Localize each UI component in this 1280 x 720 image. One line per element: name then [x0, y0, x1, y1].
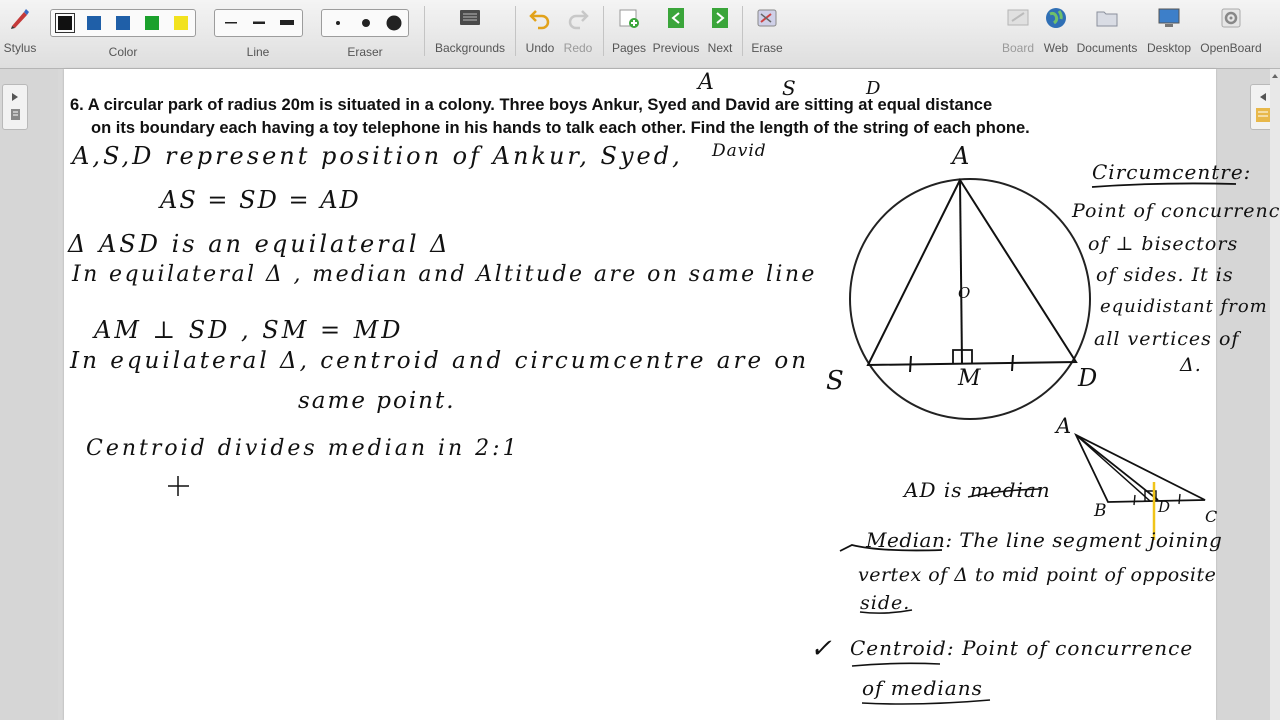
centroid-definition-line-2: of medians — [862, 676, 983, 700]
centroid-definition-line-1: Centroid: Point of concurrence — [850, 636, 1194, 660]
circumcentre-title: Circumcentre: — [1092, 160, 1252, 184]
centroid-underline — [851, 662, 941, 667]
label-a2: A — [1056, 414, 1073, 438]
tick-md — [1011, 354, 1014, 372]
medians-underline — [861, 699, 991, 705]
label-s: S — [826, 366, 845, 396]
crosshair-cursor-icon — [168, 476, 189, 496]
checkmark-icon: ✓ — [810, 634, 833, 664]
median-definition-line-2: vertex of Δ to mid point of opposite — [858, 564, 1217, 586]
label-c: C — [1205, 507, 1219, 526]
label-a: A — [952, 142, 971, 170]
label-o: O — [958, 284, 972, 302]
median-definition-line-3: side. — [860, 592, 911, 614]
tick-sm — [909, 355, 912, 373]
altitude-line — [1075, 434, 1151, 502]
label-d2: D — [1158, 498, 1172, 516]
altitude-am — [959, 179, 963, 365]
circumcentre-line-6: Δ. — [1180, 354, 1202, 376]
label-b: B — [1094, 501, 1108, 521]
circumcentre-line-5: all vertices of — [1094, 328, 1240, 350]
median-ad — [1075, 434, 1159, 501]
circumcentre-line-2: of ⊥ bisectors — [1088, 233, 1239, 255]
circumcentre-line-3: of sides. It is — [1096, 264, 1234, 286]
circumcentre-line-1: Point of concurrence — [1072, 200, 1280, 222]
triangle-asd — [866, 177, 1078, 367]
median-definition-line-1: Median: The line segment joining — [866, 528, 1223, 552]
label-m: M — [958, 366, 982, 391]
tick-dc — [1178, 493, 1181, 505]
tick-bd — [1133, 494, 1136, 506]
pen-strokes — [168, 177, 1237, 705]
label-d: D — [1078, 364, 1099, 392]
circumcentre-line-4: equidistant from — [1100, 296, 1268, 317]
ad-is-median-note: AD is median — [904, 478, 1051, 502]
